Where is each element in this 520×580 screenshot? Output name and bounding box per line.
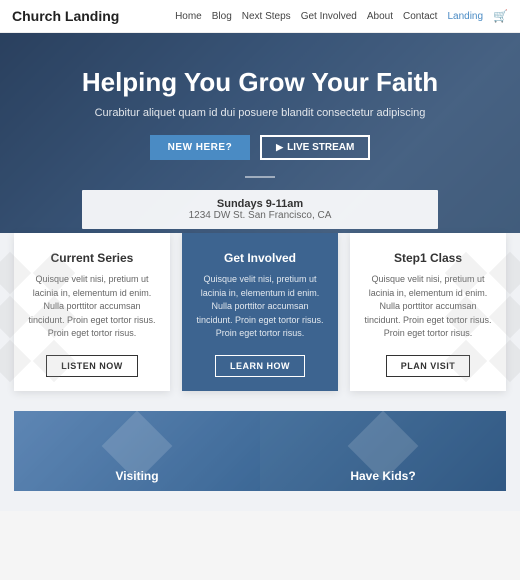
hero-title: Helping You Grow Your Faith: [82, 67, 438, 98]
cart-icon[interactable]: 🛒: [493, 9, 508, 23]
nav-next-steps[interactable]: Next Steps: [242, 11, 291, 22]
card-get-involved: Get Involved Quisque velit nisi, pretium…: [182, 233, 338, 391]
diamond-decoration-right: [446, 253, 520, 381]
header: Church Landing Home Blog Next Steps Get …: [0, 0, 520, 33]
hero-info-box: Sundays 9-11am 1234 DW St. San Francisco…: [82, 190, 438, 229]
tile-visiting[interactable]: Visiting: [14, 411, 260, 491]
main-nav: Home Blog Next Steps Get Involved About …: [175, 9, 508, 23]
nav-landing[interactable]: Landing: [447, 11, 483, 22]
hero-section: Helping You Grow Your Faith Curabitur al…: [0, 33, 520, 263]
nav-about[interactable]: About: [367, 11, 393, 22]
tile-kids[interactable]: Have Kids?: [260, 411, 506, 491]
diamond-decoration-left: [0, 253, 74, 381]
tiles-row: Visiting Have Kids?: [14, 411, 506, 491]
service-address: 1234 DW St. San Francisco, CA: [102, 210, 418, 221]
live-stream-label: LIVE STREAM: [287, 142, 354, 153]
play-icon: ▶: [276, 142, 283, 153]
live-stream-button[interactable]: ▶ LIVE STREAM: [260, 135, 370, 160]
hero-buttons: NEW HERE? ▶ LIVE STREAM: [82, 135, 438, 160]
card-title-2: Get Involved: [196, 251, 324, 265]
nav-contact[interactable]: Contact: [403, 11, 437, 22]
nav-get-involved[interactable]: Get Involved: [301, 11, 357, 22]
learn-how-button[interactable]: LEARN HOW: [215, 355, 305, 377]
logo: Church Landing: [12, 8, 119, 24]
card-text-2: Quisque velit nisi, pretium ut lacinia i…: [196, 273, 324, 341]
tile-label-visiting: Visiting: [115, 469, 158, 483]
hero-divider: [245, 176, 275, 178]
nav-home[interactable]: Home: [175, 11, 202, 22]
service-time: Sundays 9-11am: [102, 198, 418, 210]
nav-blog[interactable]: Blog: [212, 11, 232, 22]
hero-content: Helping You Grow Your Faith Curabitur al…: [62, 67, 458, 228]
cards-row: Current Series Quisque velit nisi, preti…: [14, 233, 506, 391]
new-here-button[interactable]: NEW HERE?: [150, 135, 251, 160]
tile-label-kids: Have Kids?: [350, 469, 415, 483]
cards-section: Current Series Quisque velit nisi, preti…: [0, 233, 520, 511]
hero-subtitle: Curabitur aliquet quam id dui posuere bl…: [82, 107, 438, 119]
